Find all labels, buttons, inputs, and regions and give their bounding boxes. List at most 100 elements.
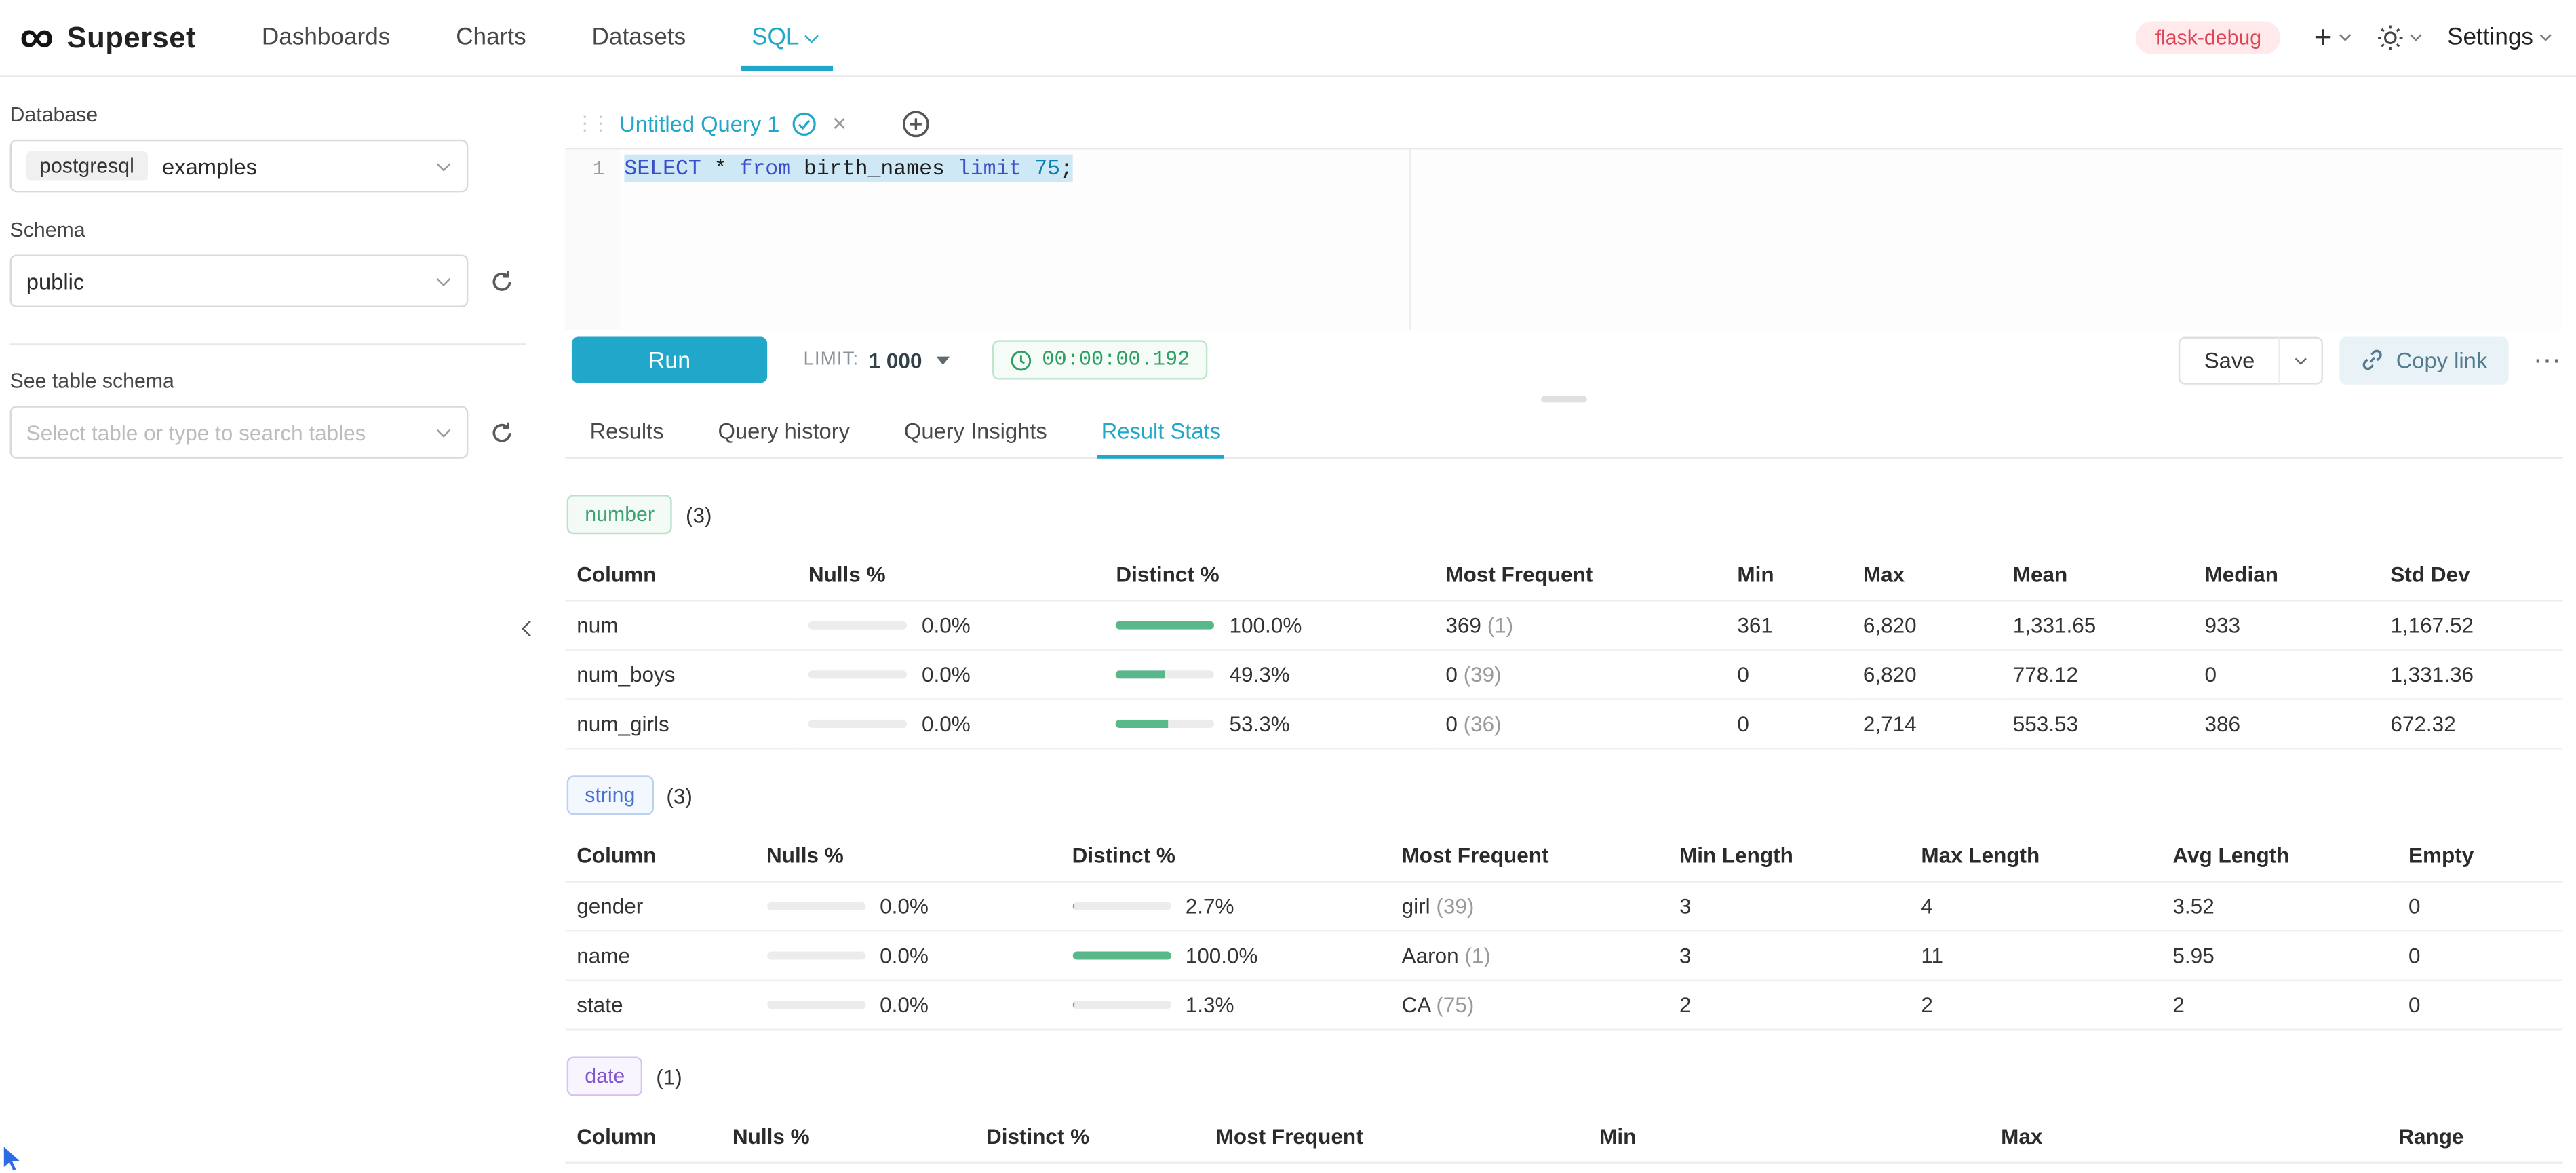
table-select-placeholder: Select table or type to search tables: [26, 420, 366, 444]
col-header: Nulls %: [755, 830, 1061, 882]
mean-cell: 1,331.65: [2002, 601, 2193, 651]
new-item-button[interactable]: +: [2314, 22, 2349, 54]
line-number: 1: [593, 158, 604, 181]
bar-fill: [1072, 903, 1075, 911]
table-schema-label: See table schema: [10, 370, 546, 393]
date-stats-table: Column Nulls % Distinct % Most Frequent …: [565, 1111, 2562, 1173]
run-button[interactable]: Run: [572, 337, 767, 383]
min-cell: 1965-01-01T03:00:00.000Z: [1588, 1164, 1989, 1173]
freq-value: Aaron: [1402, 944, 1459, 968]
mean-cell: 778.12: [2002, 650, 2193, 699]
schema-label: Schema: [10, 218, 546, 242]
col-header: Max Length: [1909, 830, 2161, 882]
sql-line-1: SELECT * from birth_names limit 75;: [619, 155, 2562, 182]
close-tab-icon[interactable]: ×: [832, 111, 846, 135]
table-row: num_boys 0.0% 49.3% 0 (39) 0 6,820 778.1…: [565, 650, 2562, 699]
section-head: number (3): [565, 495, 2562, 534]
min-length-cell: 3: [1668, 882, 1909, 931]
nulls-cell: 0.0%: [797, 699, 1105, 749]
distinct-bar: [1116, 720, 1214, 728]
col-header: Most Frequent: [1434, 549, 1725, 600]
chevron-down-icon: [2540, 30, 2552, 41]
sql-identifier: birth_names: [791, 156, 958, 180]
section-head: string (3): [565, 776, 2562, 815]
copy-link-button[interactable]: Copy link: [2340, 336, 2508, 383]
sql-number: 75: [1021, 156, 1060, 180]
freq-value: girl: [1402, 894, 1430, 919]
result-stats-panel: number (3) Column Nulls % Distinct % Mos…: [565, 459, 2562, 1173]
refresh-schemas-button[interactable]: [490, 269, 514, 293]
min-length-cell: 3: [1668, 931, 1909, 981]
nav-charts[interactable]: Charts: [456, 24, 526, 51]
sql-keyword: limit: [958, 156, 1022, 180]
drag-handle-icon[interactable]: ⋮⋮: [575, 112, 608, 135]
header-row: Column Nulls % Distinct % Most Frequent …: [565, 830, 2562, 882]
header-row: Column Nulls % Distinct % Most Frequent …: [565, 549, 2562, 600]
query-tab-bar: ⋮⋮ Untitled Query 1 ×: [565, 98, 2562, 149]
distinct-value: 1.3%: [1186, 993, 1234, 1018]
nulls-cell: 0.0%: [797, 601, 1105, 651]
selected-sql-text: SELECT * from birth_names limit 75;: [624, 155, 1072, 182]
schema-select[interactable]: public: [10, 254, 469, 307]
panel-resize-handle[interactable]: [1541, 396, 1587, 403]
theme-toggle-button[interactable]: [2377, 24, 2419, 51]
tab-results[interactable]: Results: [587, 404, 667, 457]
bar-fill: [1072, 952, 1171, 960]
tab-query-history[interactable]: Query history: [715, 404, 853, 457]
col-header: Column: [565, 549, 797, 600]
col-header: Std Dev: [2379, 549, 2562, 600]
top-navbar: ∞ Superset Dashboards Charts Datasets SQ…: [0, 0, 2576, 77]
nav-sql[interactable]: SQL: [752, 24, 817, 51]
column-name-cell: ds: [565, 1164, 721, 1173]
tab-query-insights[interactable]: Query Insights: [901, 404, 1051, 457]
database-select[interactable]: postgresql examples: [10, 140, 469, 193]
nulls-value: 0.0%: [880, 894, 929, 919]
max-cell: 6,820: [1852, 650, 2002, 699]
freq-count: (36): [1464, 712, 1502, 736]
max-cell: 6,820: [1852, 601, 2002, 651]
nulls-cell: 0.0%: [755, 882, 1061, 931]
table-select[interactable]: Select table or type to search tables: [10, 406, 469, 459]
tab-result-stats[interactable]: Result Stats: [1098, 404, 1224, 457]
table-row: gender 0.0% 2.7% girl (39) 3 4 3.52 0: [565, 882, 2562, 931]
max-cell: 2,714: [1852, 699, 2002, 749]
median-cell: 386: [2193, 699, 2379, 749]
editor-code-area[interactable]: SELECT * from birth_names limit 75;: [619, 149, 2562, 329]
distinct-cell: 100.0%: [1061, 931, 1390, 981]
nav-datasets[interactable]: Datasets: [592, 24, 686, 51]
environment-badge: flask-debug: [2136, 21, 2282, 54]
column-name-cell: state: [565, 981, 755, 1031]
chevron-down-icon: [805, 28, 819, 43]
refresh-tables-button[interactable]: [490, 420, 514, 444]
bar-fill: [1116, 621, 1214, 630]
query-tab-untitled-query-1[interactable]: ⋮⋮ Untitled Query 1 ×: [565, 98, 863, 148]
bar-fill: [1116, 671, 1165, 679]
distinct-cell: 49.3%: [1104, 650, 1434, 699]
limit-dropdown[interactable]: LIMIT: 1 000: [803, 347, 950, 372]
number-stats-section: number (3) Column Nulls % Distinct % Mos…: [565, 495, 2562, 750]
col-header: Min: [1588, 1111, 1989, 1163]
superset-logo-icon[interactable]: ∞: [20, 14, 54, 62]
nulls-cell: 0.0%: [755, 931, 1061, 981]
add-tab-button[interactable]: [903, 109, 931, 137]
chevron-down-icon: [2339, 30, 2350, 41]
nulls-cell: 0.0%: [721, 1164, 975, 1173]
settings-menu[interactable]: Settings: [2447, 24, 2550, 51]
col-header: Most Frequent: [1205, 1111, 1588, 1163]
table-row: num 0.0% 100.0% 369 (1) 361 6,820 1,331.…: [565, 601, 2562, 651]
limit-label: LIMIT:: [803, 350, 859, 370]
empty-cell: 0: [2397, 931, 2563, 981]
sql-punctuation: ;: [1060, 156, 1073, 180]
more-menu-button[interactable]: ⋯: [2533, 346, 2563, 374]
distinct-cell: 1.3%: [975, 1164, 1205, 1173]
sql-code-editor[interactable]: 1 SELECT * from birth_names limit 75;: [565, 149, 2562, 329]
save-dropdown-button[interactable]: [2280, 336, 2324, 383]
distinct-cell: 53.3%: [1104, 699, 1434, 749]
save-button[interactable]: Save: [2178, 336, 2281, 383]
avg-length-cell: 2: [2161, 981, 2397, 1031]
nav-dashboards[interactable]: Dashboards: [262, 24, 390, 51]
brand-name[interactable]: Superset: [67, 20, 196, 55]
refresh-icon: [490, 269, 514, 293]
column-name-cell: gender: [565, 882, 755, 931]
collapse-sidebar-button[interactable]: [516, 613, 536, 642]
